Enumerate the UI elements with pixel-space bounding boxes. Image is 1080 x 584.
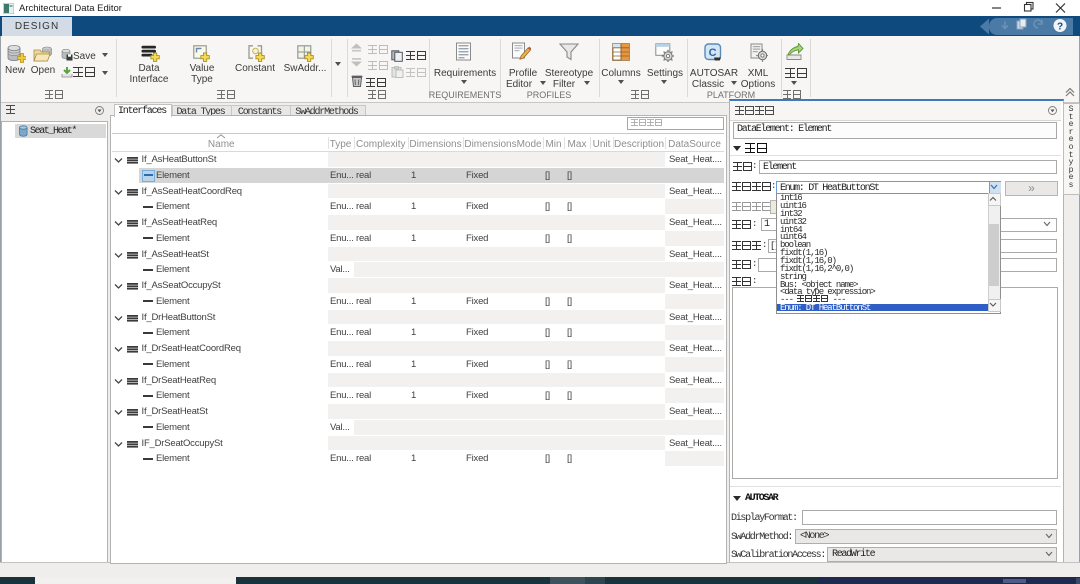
- svg-text:?: ?: [1057, 22, 1063, 33]
- svg-text:C: C: [709, 47, 717, 59]
